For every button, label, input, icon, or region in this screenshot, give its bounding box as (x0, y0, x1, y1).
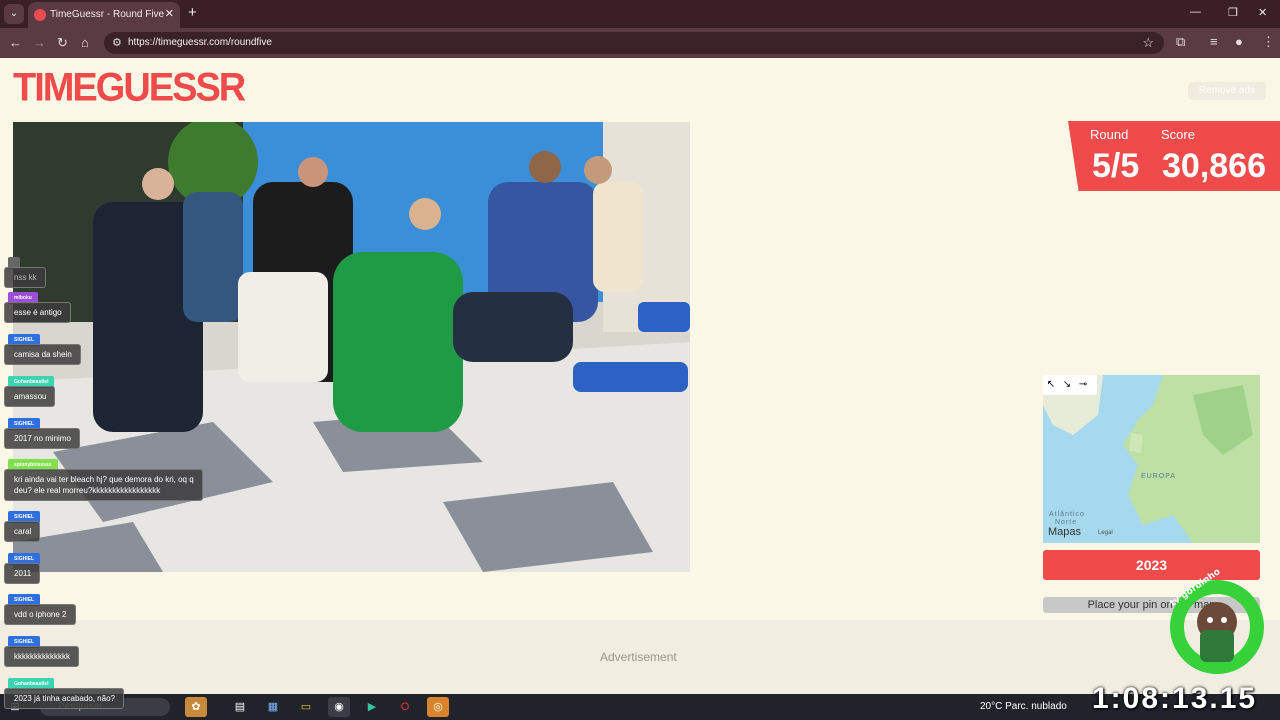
chat-text: camisa da shein (4, 344, 81, 365)
minimize-button[interactable]: — (1190, 6, 1201, 18)
round-photo (13, 122, 690, 572)
apple-maps-label: Mapas (1048, 526, 1081, 538)
extensions-icon[interactable]: ⧉ (1176, 34, 1185, 50)
store-icon[interactable]: ▦ (262, 697, 284, 717)
chrome-icon[interactable]: ◉ (328, 697, 350, 717)
chat-text-line1: kri ainda vai ter bleach hj? que demora … (14, 475, 194, 484)
address-bar[interactable]: ⚙ https://timeguessr.com/roundfive ☆ (104, 32, 1164, 54)
chat-text: 2017 no minimo (4, 428, 80, 449)
url-text[interactable]: https://timeguessr.com/roundfive (128, 37, 272, 48)
chat-text: 2011 (4, 563, 41, 584)
home-icon[interactable]: ⌂ (81, 35, 89, 50)
round-value: 5/5 (1092, 147, 1140, 185)
tab-search-dropdown[interactable]: ⌄ (4, 4, 24, 24)
timeguessr-favicon-icon (34, 9, 46, 21)
file-explorer-icon[interactable]: ▭ (295, 697, 317, 717)
tab-close-icon[interactable]: ✕ (165, 7, 174, 20)
round-label: Round (1090, 127, 1129, 142)
windows-taskbar: ⊞ Pesquisar ✿ ▤ ▦ ▭ ◉ ▶ O ◎ 20°C Parc. n… (0, 694, 1280, 720)
streamer-logo-icon (1170, 580, 1264, 674)
restore-button[interactable]: ❐ (1228, 6, 1238, 19)
bookmark-star-icon[interactable]: ☆ (1142, 35, 1154, 51)
chat-text: kkkkkkkkkkkkkk (4, 646, 79, 667)
profile-avatar-icon[interactable]: ● (1235, 34, 1243, 49)
map-region-label: EUROPA (1141, 473, 1177, 480)
guess-map[interactable]: EUROPA Atlântico Norte (1043, 375, 1260, 543)
toolbar: ← → ↻ ⌂ ⚙ https://timeguessr.com/roundfi… (0, 28, 1280, 58)
close-window-button[interactable]: ✕ (1258, 6, 1267, 19)
pin-map-icon[interactable]: ⊸ (1075, 375, 1091, 395)
score-label: Score (1161, 127, 1195, 142)
weather-widget[interactable]: 20°C Parc. nublado (980, 701, 1067, 712)
map-resize-controls: ↖ ↘ ⊸ (1043, 375, 1097, 395)
map-ocean-label-line2: Norte (1055, 519, 1078, 526)
remove-ads-button[interactable]: Remove ads (1188, 82, 1266, 100)
chat-text: nss kk (4, 267, 46, 288)
round-photo-illustration (13, 122, 690, 572)
tab-active[interactable]: TimeGuessr - Round Five ✕ (28, 2, 180, 28)
score-panel: Round Score 5/5 30,866 (1068, 121, 1280, 191)
new-tab-button[interactable]: + (188, 4, 197, 21)
flowers-widget-icon[interactable]: ✿ (185, 697, 207, 717)
advertisement-banner: Advertisement (0, 620, 1280, 694)
timeguessr-logo[interactable]: TIMEGUESSR (13, 67, 246, 109)
chat-text-line2: deu? ele real morreu?kkkkkkkkkkkkkkkkk (14, 486, 161, 495)
advertisement-label: Advertisement (600, 650, 677, 664)
streaming-app-icon[interactable]: ◎ (427, 697, 449, 717)
app-icon[interactable]: ▶ (361, 697, 383, 717)
shrink-map-icon[interactable]: ↘ (1059, 375, 1075, 395)
chat-text: amassou (4, 386, 56, 407)
opera-icon[interactable]: O (394, 697, 416, 717)
map-brand-text: Mapas (1048, 526, 1082, 538)
expand-map-icon[interactable]: ↖ (1043, 375, 1059, 395)
chat-text: vdd o iphone 2 (4, 604, 76, 625)
site-info-icon[interactable]: ⚙ (112, 36, 122, 49)
chat-text: kri ainda vai ter bleach hj? que demora … (4, 469, 203, 501)
tab-title: TimeGuessr - Round Five (50, 9, 165, 20)
chat-text: esse é antigo (4, 302, 71, 323)
task-view-icon[interactable]: ▤ (229, 697, 251, 717)
tab-strip: ⌄ TimeGuessr - Round Five ✕ + — ❐ ✕ (0, 0, 1280, 28)
forward-icon[interactable]: → (33, 35, 46, 50)
chat-text: caral (4, 521, 41, 542)
back-icon[interactable]: ← (9, 35, 22, 50)
stream-timer: 1:08:13.15 (1092, 682, 1258, 715)
score-value: 30,866 (1162, 147, 1266, 185)
map-legal-link[interactable]: Legal (1098, 530, 1113, 536)
menu-icon[interactable]: ⋮ (1262, 34, 1275, 50)
map-ocean-label-line1: Atlântico (1049, 511, 1085, 518)
media-icon[interactable]: ≡ (1210, 34, 1218, 49)
reload-icon[interactable]: ↻ (57, 35, 68, 51)
chat-text: 2023 já tinha acabado, não? (4, 688, 124, 709)
